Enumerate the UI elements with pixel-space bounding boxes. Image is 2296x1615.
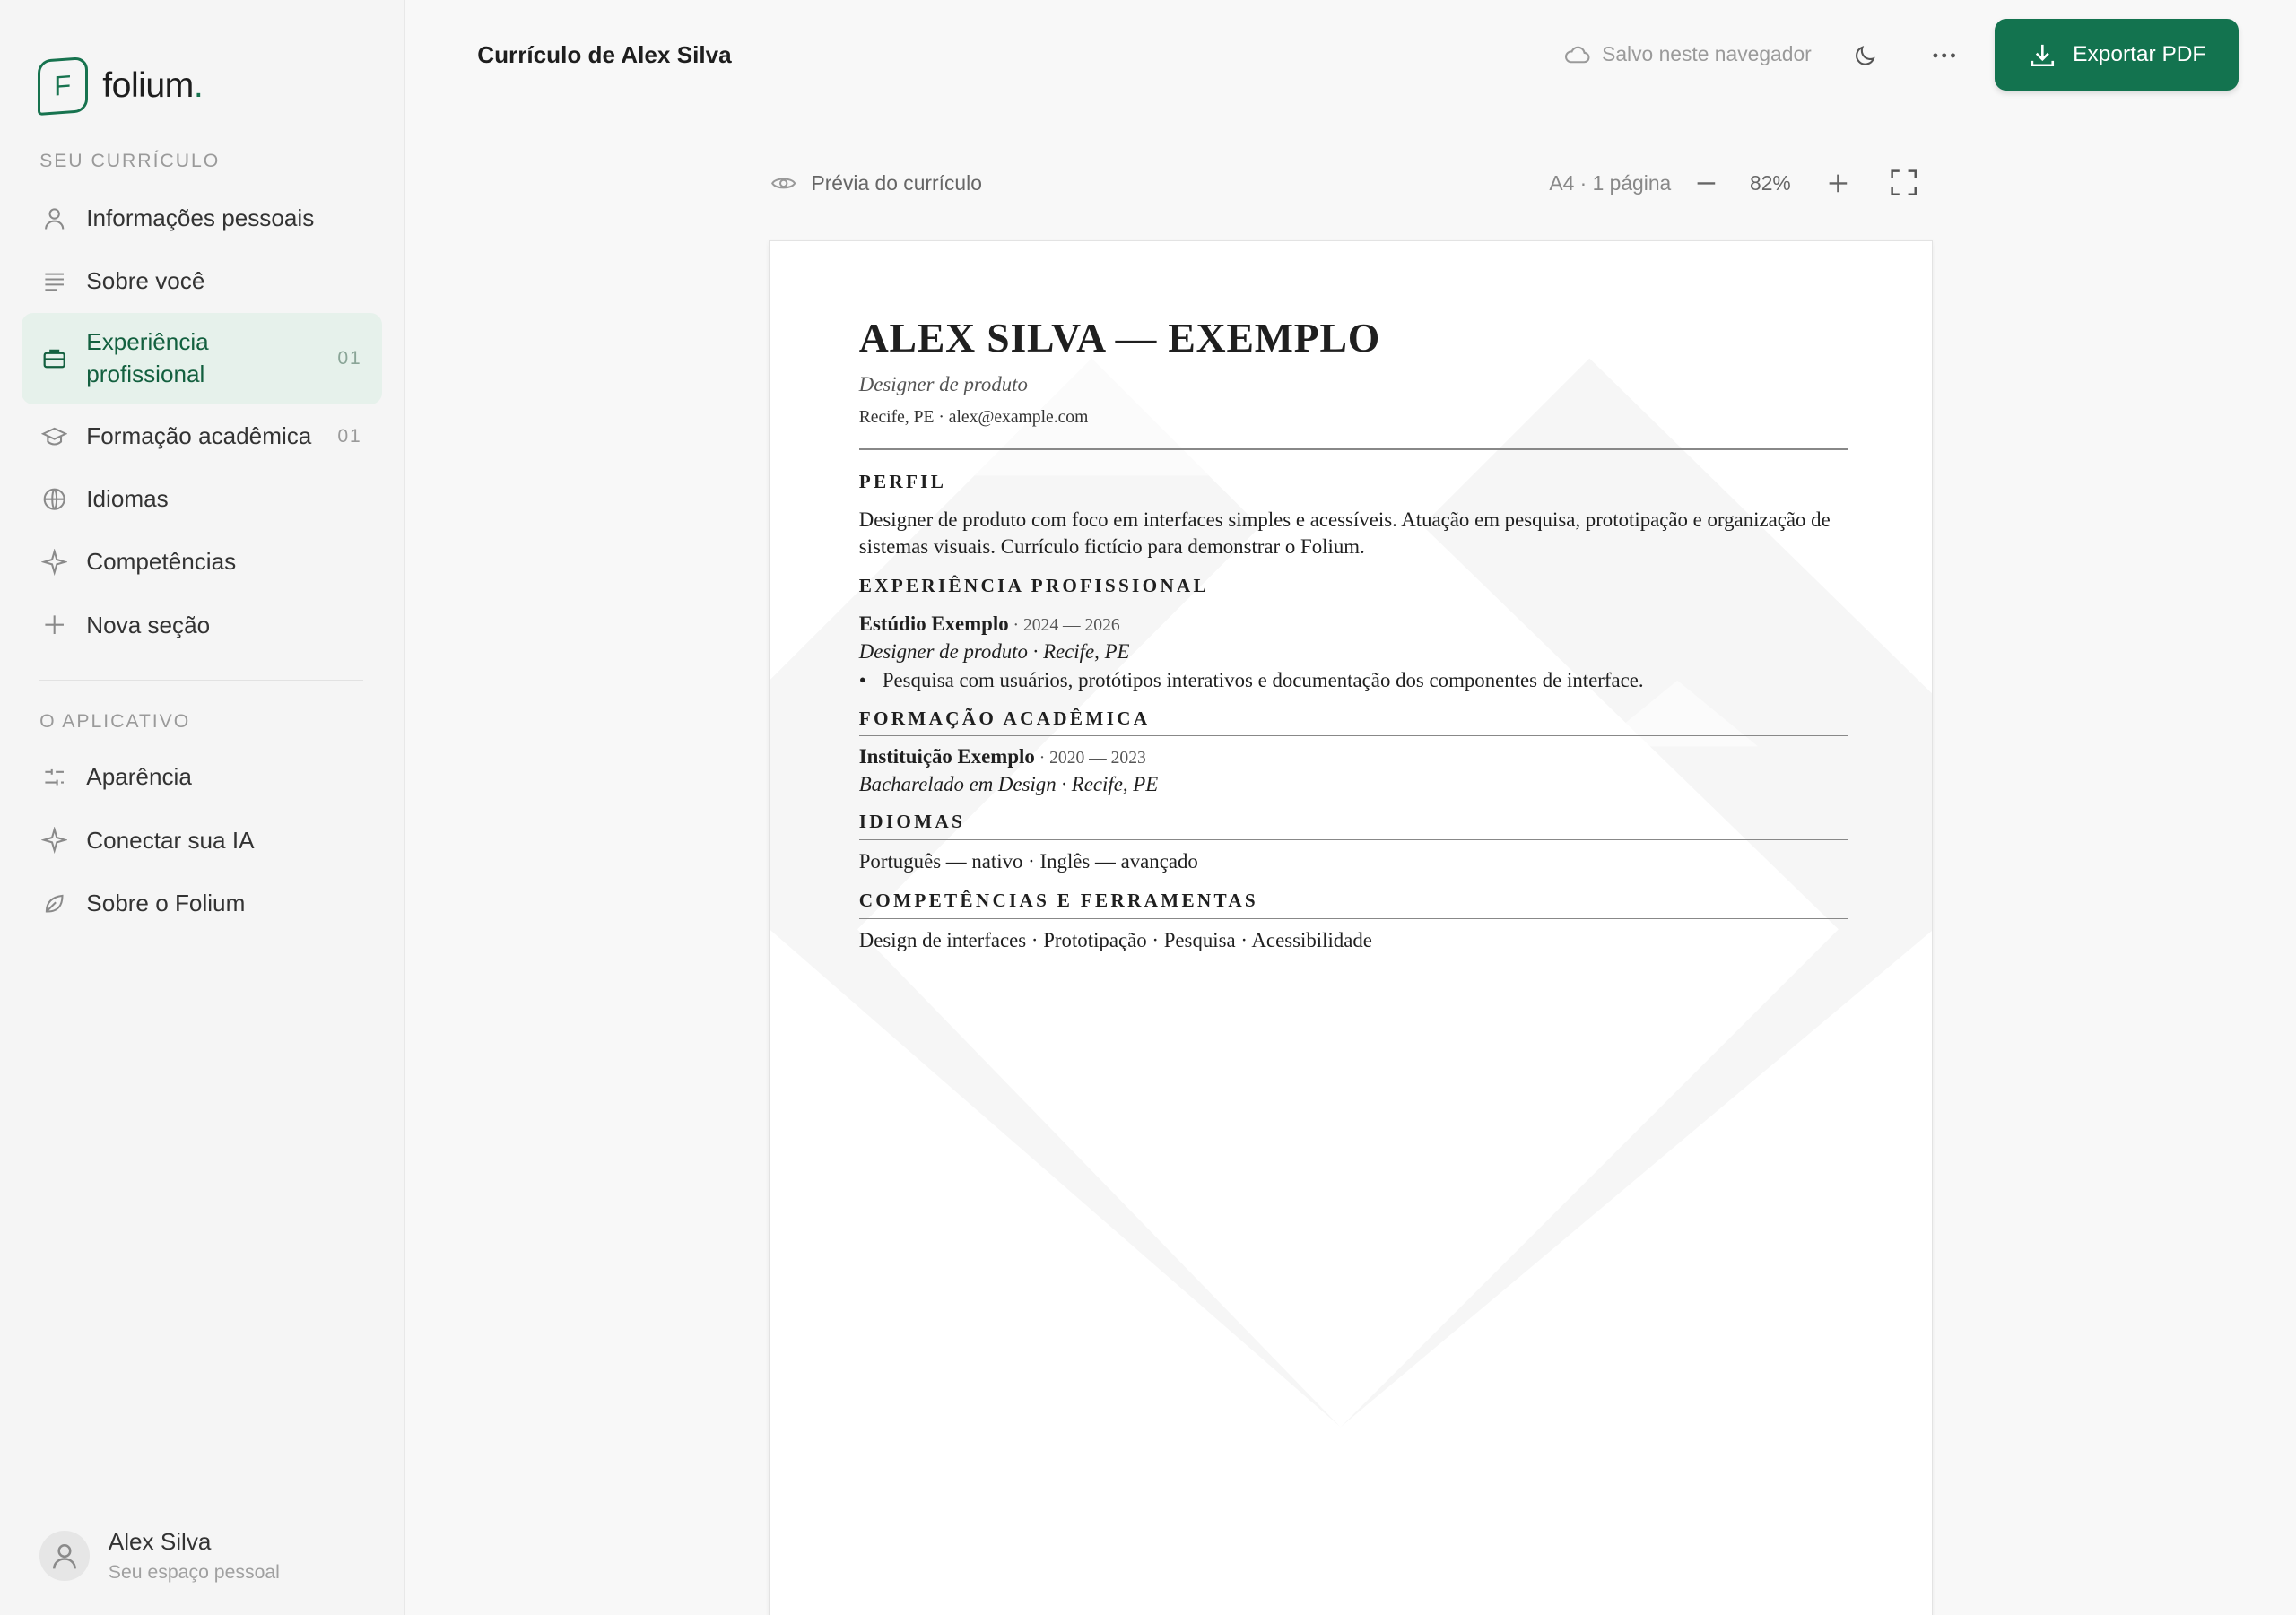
resume-content: ALEX SILVA — EXEMPLO Designer de produto…	[858, 314, 1848, 953]
education-dates: · 2020 — 2023	[1034, 748, 1146, 768]
section-heading-education: FORMAÇÃO ACADÊMICA	[858, 708, 1848, 737]
zoom-level: 82%	[1750, 171, 1791, 195]
resume-page: ALEX SILVA — EXEMPLO Designer de produto…	[769, 239, 1934, 1615]
sidebar-item-skills[interactable]: Competências	[22, 533, 382, 591]
skills-text: Design de interfaces · Prototipação · Pe…	[858, 929, 1372, 952]
sidebar-divider	[39, 679, 363, 682]
section-heading-experience: EXPERIÊNCIA PROFISSIONAL	[858, 575, 1848, 604]
plus-icon	[1829, 174, 1847, 192]
count-badge: 01	[337, 347, 362, 369]
experience-bullet: Pesquisa com usuários, protótipos intera…	[882, 669, 1644, 692]
graduation-cap-icon	[39, 421, 69, 451]
sidebar-item-label: Formação acadêmica	[86, 422, 312, 450]
more-options-button[interactable]	[1927, 38, 1962, 73]
document-title: Currículo de Alex Silva	[477, 40, 732, 68]
fullscreen-button[interactable]	[1887, 167, 1919, 199]
languages-text: Português — nativo · Inglês — avançado	[858, 850, 1198, 873]
list-item: • Pesquisa com usuários, protótipos inter…	[858, 669, 1644, 692]
resume-name: ALEX SILVA — EXEMPLO	[858, 315, 1381, 361]
user-profile[interactable]: Alex Silva Seu espaço pessoal	[39, 1528, 280, 1584]
preview-label-text: Prévia do currículo	[811, 171, 982, 195]
experience-subtitle: Designer de produto · Recife, PE	[858, 639, 1130, 663]
sidebar-item-new-section[interactable]: Nova seção	[22, 595, 382, 654]
sidebar-item-label: Sobre você	[86, 266, 205, 294]
dark-mode-toggle[interactable]	[1848, 38, 1883, 73]
globe-icon	[39, 484, 69, 514]
logo-text: folium.	[102, 66, 204, 106]
save-status: Salvo neste navegador	[1564, 42, 1812, 66]
header-rule	[858, 448, 1848, 450]
export-pdf-button[interactable]: Exportar PDF	[1994, 19, 2239, 91]
experience-entry-header: Estúdio Exemplo · 2024 — 2026	[859, 612, 1848, 636]
resume-role: Designer de produto	[858, 373, 1028, 396]
preview-label: Prévia do currículo	[770, 171, 982, 195]
person-icon	[52, 1544, 76, 1569]
text-lines-icon	[39, 266, 69, 296]
logo-mark: F	[38, 56, 88, 117]
eye-icon	[770, 178, 796, 189]
zoom-out-button[interactable]	[1690, 167, 1722, 199]
sidebar-item-label: Informações pessoais	[86, 204, 315, 231]
sidebar-item-label: Experiência profissional	[86, 328, 209, 387]
education-subtitle: Bacharelado em Design · Recife, PE	[858, 772, 1159, 795]
sidebar-item-label: Conectar sua IA	[86, 826, 255, 854]
sidebar-item-label: Sobre o Folium	[86, 889, 246, 916]
sidebar-item-label: Aparência	[86, 763, 192, 791]
sidebar: F folium. SEU CURRÍCULO Informações pess…	[0, 0, 406, 1615]
moon-icon	[1856, 46, 1875, 65]
sidebar-item-about-folium[interactable]: Sobre o Folium	[22, 874, 382, 933]
app-logo[interactable]: F folium.	[38, 56, 204, 117]
sidebar-item-label: Competências	[86, 548, 237, 576]
download-icon	[2031, 44, 2054, 66]
sidebar-item-connect-ai[interactable]: Conectar sua IA	[22, 811, 382, 869]
resume-contact: Recife, PE · alex@example.com	[858, 408, 1089, 428]
fullscreen-icon	[1891, 169, 1917, 196]
minus-icon	[1697, 181, 1715, 185]
save-status-text: Salvo neste navegador	[1602, 42, 1812, 66]
sidebar-item-label: Idiomas	[86, 485, 169, 513]
user-subtitle: Seu espaço pessoal	[108, 1562, 280, 1583]
education-institution: Instituição Exemplo	[858, 744, 1035, 768]
export-pdf-label: Exportar PDF	[2073, 42, 2206, 67]
education-entry-header: Instituição Exemplo · 2020 — 2023	[859, 745, 1848, 768]
sidebar-item-label: Nova seção	[86, 611, 211, 638]
profile-text: Designer de produto com foco em interfac…	[858, 508, 1831, 558]
sparkle-icon	[39, 826, 69, 855]
experience-dates: · 2024 — 2026	[1008, 615, 1120, 635]
section-title-app: O APLICATIVO	[39, 711, 191, 733]
leaf-icon	[39, 889, 69, 918]
section-heading-profile: PERFIL	[858, 471, 1848, 500]
sidebar-item-education[interactable]: Formação acadêmica 01	[22, 407, 382, 465]
sidebar-item-about[interactable]: Sobre você	[22, 252, 382, 310]
cloud-icon	[1564, 47, 1590, 64]
sidebar-item-appearance[interactable]: Aparência	[22, 748, 382, 806]
count-badge: 01	[337, 425, 362, 447]
sliders-icon	[39, 763, 69, 793]
sidebar-item-personal-info[interactable]: Informações pessoais	[22, 189, 382, 247]
zoom-in-button[interactable]	[1822, 167, 1854, 199]
avatar	[39, 1531, 90, 1581]
sparkle-icon	[39, 548, 69, 577]
page-info: A4 · 1 página	[1549, 171, 1672, 195]
briefcase-icon	[39, 344, 69, 374]
user-name: Alex Silva	[108, 1528, 212, 1556]
person-icon	[39, 204, 69, 233]
more-dots-icon	[1933, 53, 1956, 58]
section-heading-languages: IDIOMAS	[858, 811, 1848, 840]
plus-icon	[39, 611, 69, 640]
sidebar-item-experience[interactable]: Experiência profissional 01	[22, 313, 383, 404]
section-heading-skills: COMPETÊNCIAS E FERRAMENTAS	[858, 890, 1848, 919]
sidebar-item-languages[interactable]: Idiomas	[22, 470, 382, 528]
experience-company: Estúdio Exemplo	[858, 612, 1009, 635]
section-title-resume: SEU CURRÍCULO	[39, 151, 221, 172]
